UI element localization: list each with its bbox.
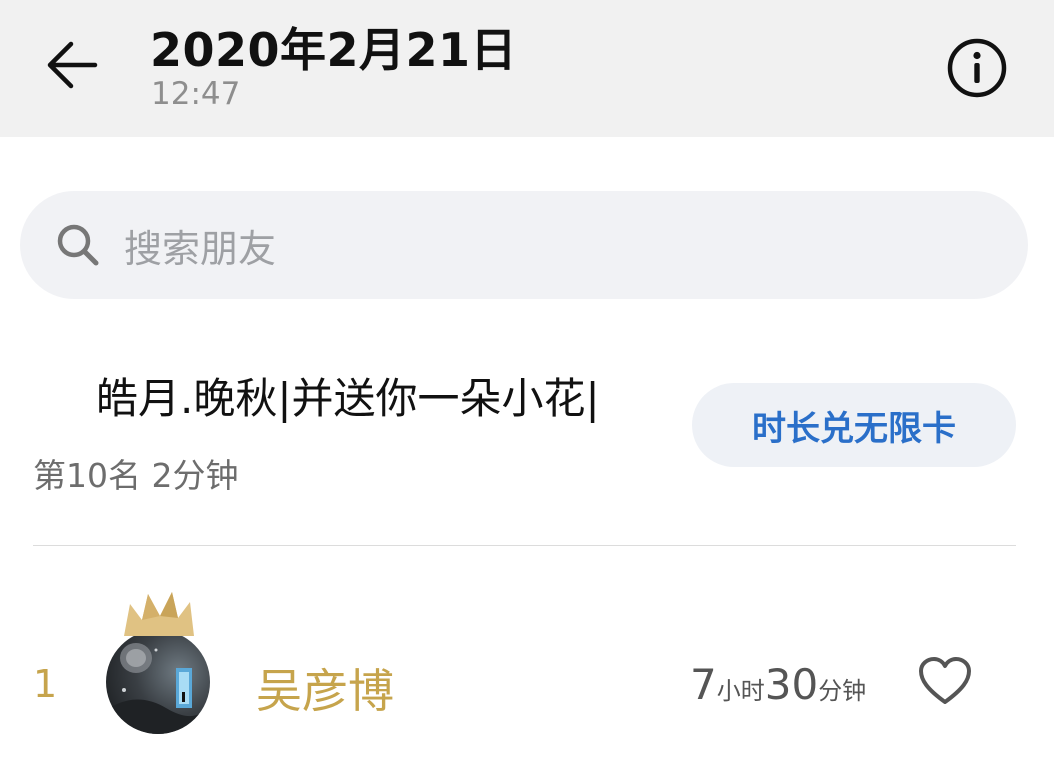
like-button[interactable]	[914, 652, 976, 710]
rank-number: 1	[33, 662, 58, 706]
avatar-image	[106, 643, 210, 734]
redeem-unlimited-card-button[interactable]: 时长兑无限卡	[692, 383, 1016, 467]
info-circle-icon	[947, 38, 1007, 98]
my-display-name: 皓月.晚秋|并送你一朵小花|	[96, 374, 600, 423]
usage-duration: 7小时30分钟	[690, 660, 866, 709]
search-input[interactable]: 搜索朋友	[20, 191, 1028, 299]
crown-icon	[124, 592, 194, 636]
avatar[interactable]	[106, 630, 210, 734]
friend-name[interactable]: 吴彦博	[256, 655, 394, 721]
heart-icon	[919, 657, 971, 704]
search-placeholder: 搜索朋友	[124, 226, 277, 271]
page-subtitle-time: 12:47	[151, 76, 241, 112]
top-bar: 2020年2月21日 12:47	[0, 0, 1054, 137]
duration-hours-unit: 小时	[716, 677, 765, 705]
my-rank-summary: 第10名 2分钟	[33, 456, 239, 495]
divider	[33, 545, 1016, 546]
duration-minutes: 30	[764, 660, 819, 709]
duration-minutes-unit: 分钟	[818, 677, 867, 705]
info-button[interactable]	[944, 36, 1010, 100]
leaderboard-page: 2020年2月21日 12:47 搜索朋友 皓月.晚秋|并送你一朵小花| 第10…	[0, 0, 1054, 767]
back-button[interactable]	[36, 30, 106, 100]
page-title: 2020年2月21日	[150, 23, 518, 77]
arrow-left-icon	[47, 41, 98, 89]
search-icon	[54, 221, 102, 269]
duration-hours: 7	[690, 660, 717, 709]
